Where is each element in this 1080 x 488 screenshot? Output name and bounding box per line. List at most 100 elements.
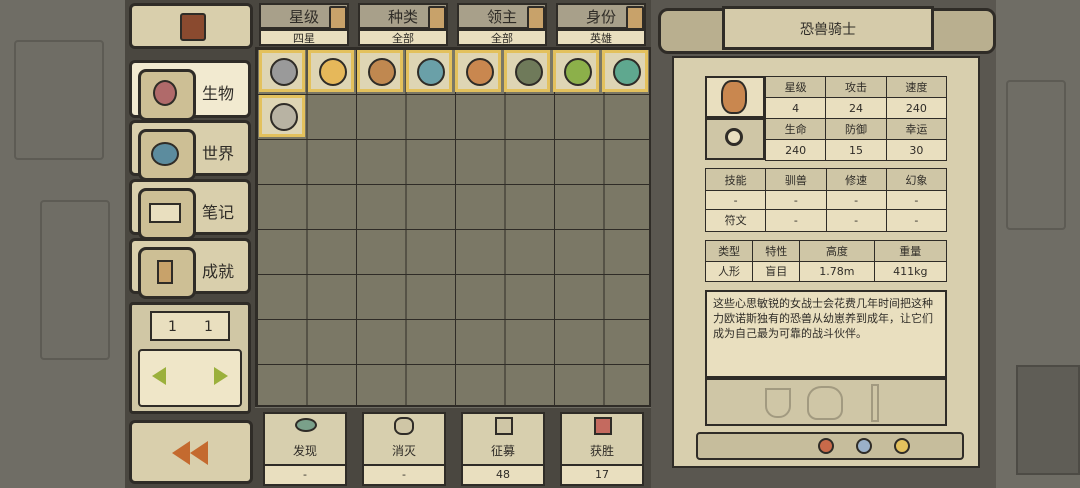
- dino-rider-portrait-icon: [466, 58, 494, 86]
- stat-value: -: [265, 464, 345, 484]
- vent: [1016, 365, 1080, 475]
- stat-discovered: 发现 -: [263, 412, 347, 486]
- horned-helmet-portrait-icon: [368, 58, 396, 86]
- blonde-portrait-icon: [319, 58, 347, 86]
- filter-value: 四星: [259, 29, 349, 46]
- type-table: 类型 特性 高度 重量 人形 盲目 1.78m 411kg: [704, 240, 948, 282]
- magnifier-icon: [725, 128, 743, 146]
- type-value: 盲目: [752, 260, 801, 282]
- skill-value: -: [765, 208, 827, 233]
- description-text: 这些心思敏锐的女战士会花费几年时间把这种力欧诺斯独有的恐兽从幼崽养到成年，让它们…: [713, 297, 933, 340]
- world-icon: [138, 129, 196, 181]
- filter-value: 全部: [457, 29, 547, 46]
- stat-eliminated: 消灭 -: [362, 412, 446, 486]
- filter-lord[interactable]: 领主 全部: [457, 3, 547, 46]
- stat-value: 4: [764, 97, 827, 119]
- filter-value: 全部: [358, 29, 448, 46]
- tab-achievements[interactable]: 成就: [129, 238, 251, 299]
- creature-slot-dino-rider[interactable]: [455, 50, 501, 92]
- tab-label: 成就: [202, 262, 235, 281]
- creature-slot-mummy[interactable]: [259, 95, 305, 137]
- tab-label: 世界: [202, 144, 235, 163]
- stat-value: 48: [463, 464, 543, 484]
- blue-gem-icon[interactable]: [856, 438, 872, 454]
- book-icon: [180, 13, 206, 41]
- rewind-icon-2: [190, 441, 208, 465]
- wall-panel: [1006, 80, 1066, 230]
- sword-icon: [871, 384, 879, 422]
- creature-name: 恐兽骑士: [800, 22, 856, 38]
- codex-book-button[interactable]: [129, 3, 253, 49]
- blue-hair-portrait-icon: [417, 58, 445, 86]
- gold-gem-icon[interactable]: [894, 438, 910, 454]
- dropdown-icon: [329, 6, 347, 30]
- filter-identity[interactable]: 身份 英雄: [556, 3, 646, 46]
- shield-icon: [765, 388, 791, 418]
- stat-value: 24: [825, 97, 887, 119]
- background-left: [0, 0, 125, 488]
- skill-header: 幻象: [885, 167, 948, 192]
- type-header: 重量: [873, 240, 948, 262]
- creature-grid: [255, 47, 651, 407]
- creature-icon: [138, 69, 196, 121]
- skill-header: 修速: [825, 167, 887, 192]
- stat-value: 240: [764, 139, 827, 161]
- stat-value: 240: [885, 97, 948, 119]
- stat-recruited: 征募 48: [461, 412, 545, 486]
- filter-star[interactable]: 星级 四星: [259, 3, 349, 46]
- open-book: [138, 349, 242, 407]
- creature-portrait: [705, 76, 765, 118]
- bandaged-portrait-icon: [270, 103, 298, 131]
- skill-value: -: [765, 190, 827, 210]
- type-value: 1.78m: [799, 260, 875, 282]
- description-box: 这些心思敏锐的女战士会花费几年时间把这种力欧诺斯独有的恐兽从幼崽养到成年，让它们…: [705, 290, 947, 378]
- skill-header: 驯兽: [765, 167, 827, 192]
- creature-slot-orc[interactable]: [504, 50, 550, 92]
- prev-page-icon[interactable]: [152, 367, 166, 385]
- dino-rider-portrait-icon: [721, 80, 747, 114]
- page-selector: 1 1: [129, 302, 251, 414]
- wall-panel: [40, 200, 110, 360]
- background-right: [996, 0, 1080, 488]
- filter-species[interactable]: 种类 全部: [358, 3, 448, 46]
- stat-label: 获胜: [589, 444, 614, 458]
- tab-creatures[interactable]: 生物: [129, 60, 251, 121]
- stat-header: 幸运: [885, 118, 948, 140]
- tab-label: 生物: [202, 84, 235, 103]
- skill-value: -: [885, 208, 948, 233]
- notes-icon: [138, 188, 196, 240]
- creature-slot-mage[interactable]: [406, 50, 452, 92]
- type-header: 特性: [752, 240, 801, 262]
- red-gem-icon[interactable]: [818, 438, 834, 454]
- dropdown-icon: [626, 6, 644, 30]
- creature-slot-viking[interactable]: [357, 50, 403, 92]
- horned-helmet-icon: [807, 386, 843, 420]
- tab-world[interactable]: 世界: [129, 120, 251, 181]
- filter-value: 英雄: [556, 29, 646, 46]
- creature-slot-naga[interactable]: [602, 50, 648, 92]
- tab-notes[interactable]: 笔记: [129, 179, 251, 240]
- skill-value: -: [885, 190, 948, 210]
- equipment-strip: [705, 378, 947, 426]
- stat-value: -: [364, 464, 444, 484]
- stats-table: 星级 攻击 速度 4 24 240 生命 防御 幸运 240 15 30: [764, 76, 948, 161]
- indicator-bar: [696, 432, 964, 460]
- type-header: 类型: [704, 240, 754, 262]
- page-right: 1: [204, 319, 213, 335]
- inspect-button[interactable]: [705, 118, 765, 160]
- dropdown-icon: [428, 6, 446, 30]
- dark-helm-portrait-icon: [515, 58, 543, 86]
- fist-icon: [594, 417, 612, 435]
- creature-slot-maiden[interactable]: [308, 50, 354, 92]
- stat-label: 征募: [490, 444, 515, 458]
- stat-header: 防御: [825, 118, 887, 140]
- creature-slot-knight[interactable]: [259, 50, 305, 92]
- eye-icon: [295, 418, 317, 432]
- type-header: 高度: [799, 240, 875, 262]
- next-page-icon[interactable]: [214, 367, 228, 385]
- tab-label: 笔记: [202, 203, 235, 222]
- page-left: 1: [168, 319, 177, 335]
- type-value: 411kg: [873, 260, 948, 282]
- creature-slot-goblin[interactable]: [553, 50, 599, 92]
- back-button[interactable]: [129, 420, 253, 484]
